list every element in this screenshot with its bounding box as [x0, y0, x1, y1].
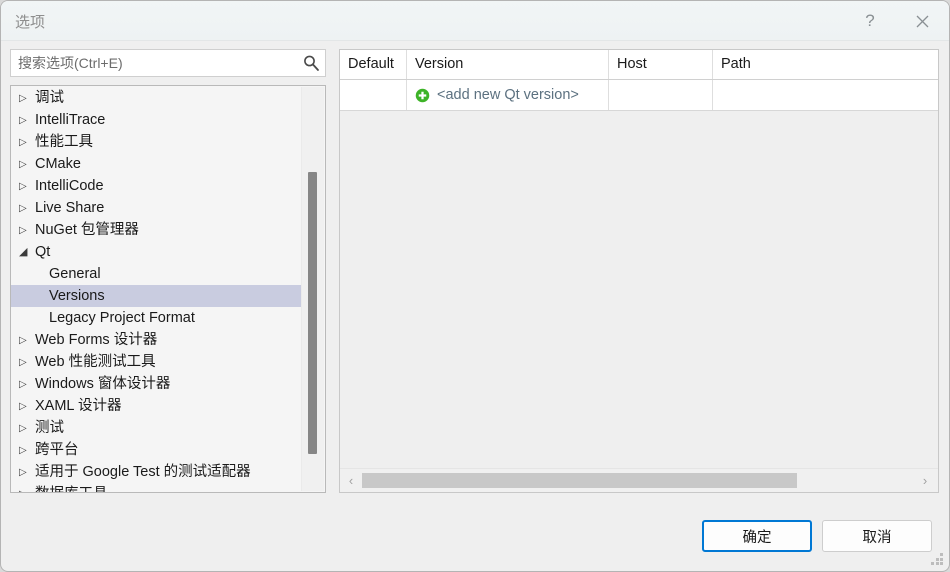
- column-header-path[interactable]: Path: [713, 50, 938, 79]
- tree-item-label: 适用于 Google Test 的测试适配器: [35, 464, 251, 480]
- tree-scroll-thumb[interactable]: [308, 172, 317, 454]
- tree-item-label: NuGet 包管理器: [35, 222, 139, 238]
- column-header-version[interactable]: Version: [407, 50, 609, 79]
- chevron-right-icon[interactable]: [19, 198, 35, 220]
- tree-item[interactable]: 调试: [11, 87, 302, 109]
- column-header-host[interactable]: Host: [609, 50, 713, 79]
- tree-item-label: General: [49, 266, 101, 282]
- tree-item-label: Web 性能测试工具: [35, 354, 156, 370]
- chevron-right-icon[interactable]: [19, 374, 35, 396]
- tree-item[interactable]: CMake: [11, 153, 302, 175]
- tree-item[interactable]: Web Forms 设计器: [11, 329, 302, 351]
- cell-version[interactable]: <add new Qt version>: [407, 80, 609, 110]
- options-tree-panel: 调试 IntelliTrace 性能工具 CMake IntelliCode Live S…: [10, 85, 326, 493]
- chevron-right-icon[interactable]: [19, 418, 35, 440]
- search-icon[interactable]: [302, 54, 320, 72]
- tree-item[interactable]: Live Share: [11, 197, 302, 219]
- chevron-right-icon[interactable]: [19, 132, 35, 154]
- tree-item-label: CMake: [35, 156, 81, 172]
- table-horizontal-scrollbar[interactable]: ‹ ›: [340, 468, 938, 492]
- tree-item-label: Windows 窗体设计器: [35, 376, 171, 392]
- chevron-right-icon[interactable]: [19, 176, 35, 198]
- window-title: 选项: [15, 14, 46, 31]
- tree-item-label: 跨平台: [35, 442, 79, 458]
- title-bar: 选项 ?: [1, 1, 949, 41]
- chevron-right-icon[interactable]: [19, 462, 35, 484]
- tree-item[interactable]: 测试: [11, 417, 302, 439]
- help-button[interactable]: ?: [847, 1, 893, 41]
- help-icon: ?: [865, 11, 875, 30]
- chevron-right-icon[interactable]: [19, 330, 35, 352]
- scroll-left-icon[interactable]: ‹: [342, 469, 360, 492]
- cell-host[interactable]: [609, 80, 713, 110]
- tree-item-label: 调试: [35, 90, 64, 106]
- cell-path[interactable]: [713, 80, 938, 110]
- search-input[interactable]: [18, 50, 288, 76]
- tree-item-label: IntelliCode: [35, 178, 104, 194]
- chevron-right-icon[interactable]: [19, 220, 35, 242]
- chevron-right-icon[interactable]: [19, 154, 35, 176]
- chevron-right-icon[interactable]: [19, 352, 35, 374]
- ok-button[interactable]: 确定: [702, 520, 812, 552]
- add-new-qt-version-link[interactable]: <add new Qt version>: [437, 80, 579, 110]
- close-button[interactable]: [899, 1, 945, 41]
- options-tree[interactable]: 调试 IntelliTrace 性能工具 CMake IntelliCode Live S…: [11, 87, 302, 492]
- tree-item-label: Qt: [35, 244, 51, 260]
- tree-item-label: 测试: [35, 420, 64, 436]
- tree-item[interactable]: 数据库工具: [11, 483, 302, 492]
- tree-item[interactable]: General: [11, 263, 302, 285]
- add-icon[interactable]: [415, 88, 430, 103]
- resize-grip[interactable]: [931, 553, 944, 566]
- table-header: Default Version Host Path: [340, 50, 938, 80]
- tree-vertical-scrollbar[interactable]: [301, 87, 324, 491]
- cancel-button[interactable]: 取消: [822, 520, 932, 552]
- tree-item[interactable]: Windows 窗体设计器: [11, 373, 302, 395]
- column-header-default[interactable]: Default: [340, 50, 407, 79]
- chevron-down-icon[interactable]: [19, 241, 35, 264]
- chevron-right-icon[interactable]: [19, 110, 35, 132]
- tree-item-label: 数据库工具: [35, 483, 108, 492]
- tree-item-label: 性能工具: [35, 134, 93, 150]
- qt-versions-table-panel: Default Version Host Path <add new Qt ve…: [339, 49, 939, 493]
- search-box[interactable]: [10, 49, 326, 77]
- tree-item-label: XAML 设计器: [35, 398, 122, 414]
- chevron-right-icon[interactable]: [19, 88, 35, 110]
- cell-default[interactable]: [340, 80, 407, 110]
- tree-item[interactable]: 适用于 Google Test 的测试适配器: [11, 461, 302, 483]
- tree-item[interactable]: NuGet 包管理器: [11, 219, 302, 241]
- table-row[interactable]: <add new Qt version>: [340, 80, 938, 111]
- hscroll-thumb[interactable]: [362, 473, 797, 488]
- tree-item-label: IntelliTrace: [35, 112, 106, 128]
- scroll-right-icon[interactable]: ›: [916, 469, 934, 492]
- chevron-right-icon[interactable]: [19, 440, 35, 462]
- tree-item[interactable]: IntelliTrace: [11, 109, 302, 131]
- tree-item-label: Versions: [49, 288, 105, 304]
- chevron-right-icon[interactable]: [19, 396, 35, 418]
- tree-item-label: Legacy Project Format: [49, 310, 195, 326]
- options-dialog: 选项 ? 调试 IntelliTrace 性能工具 CMake IntelliCode L…: [0, 0, 950, 572]
- tree-item[interactable]: XAML 设计器: [11, 395, 302, 417]
- tree-item[interactable]: Web 性能测试工具: [11, 351, 302, 373]
- tree-item[interactable]: Versions: [11, 285, 302, 307]
- close-icon: [916, 15, 928, 27]
- tree-item[interactable]: Legacy Project Format: [11, 307, 302, 329]
- tree-item-label: Live Share: [35, 200, 105, 216]
- tree-item[interactable]: 跨平台: [11, 439, 302, 461]
- chevron-right-icon[interactable]: [19, 484, 35, 492]
- tree-item-label: Web Forms 设计器: [35, 332, 158, 348]
- tree-item[interactable]: IntelliCode: [11, 175, 302, 197]
- tree-item[interactable]: 性能工具: [11, 131, 302, 153]
- tree-item[interactable]: Qt: [11, 241, 302, 263]
